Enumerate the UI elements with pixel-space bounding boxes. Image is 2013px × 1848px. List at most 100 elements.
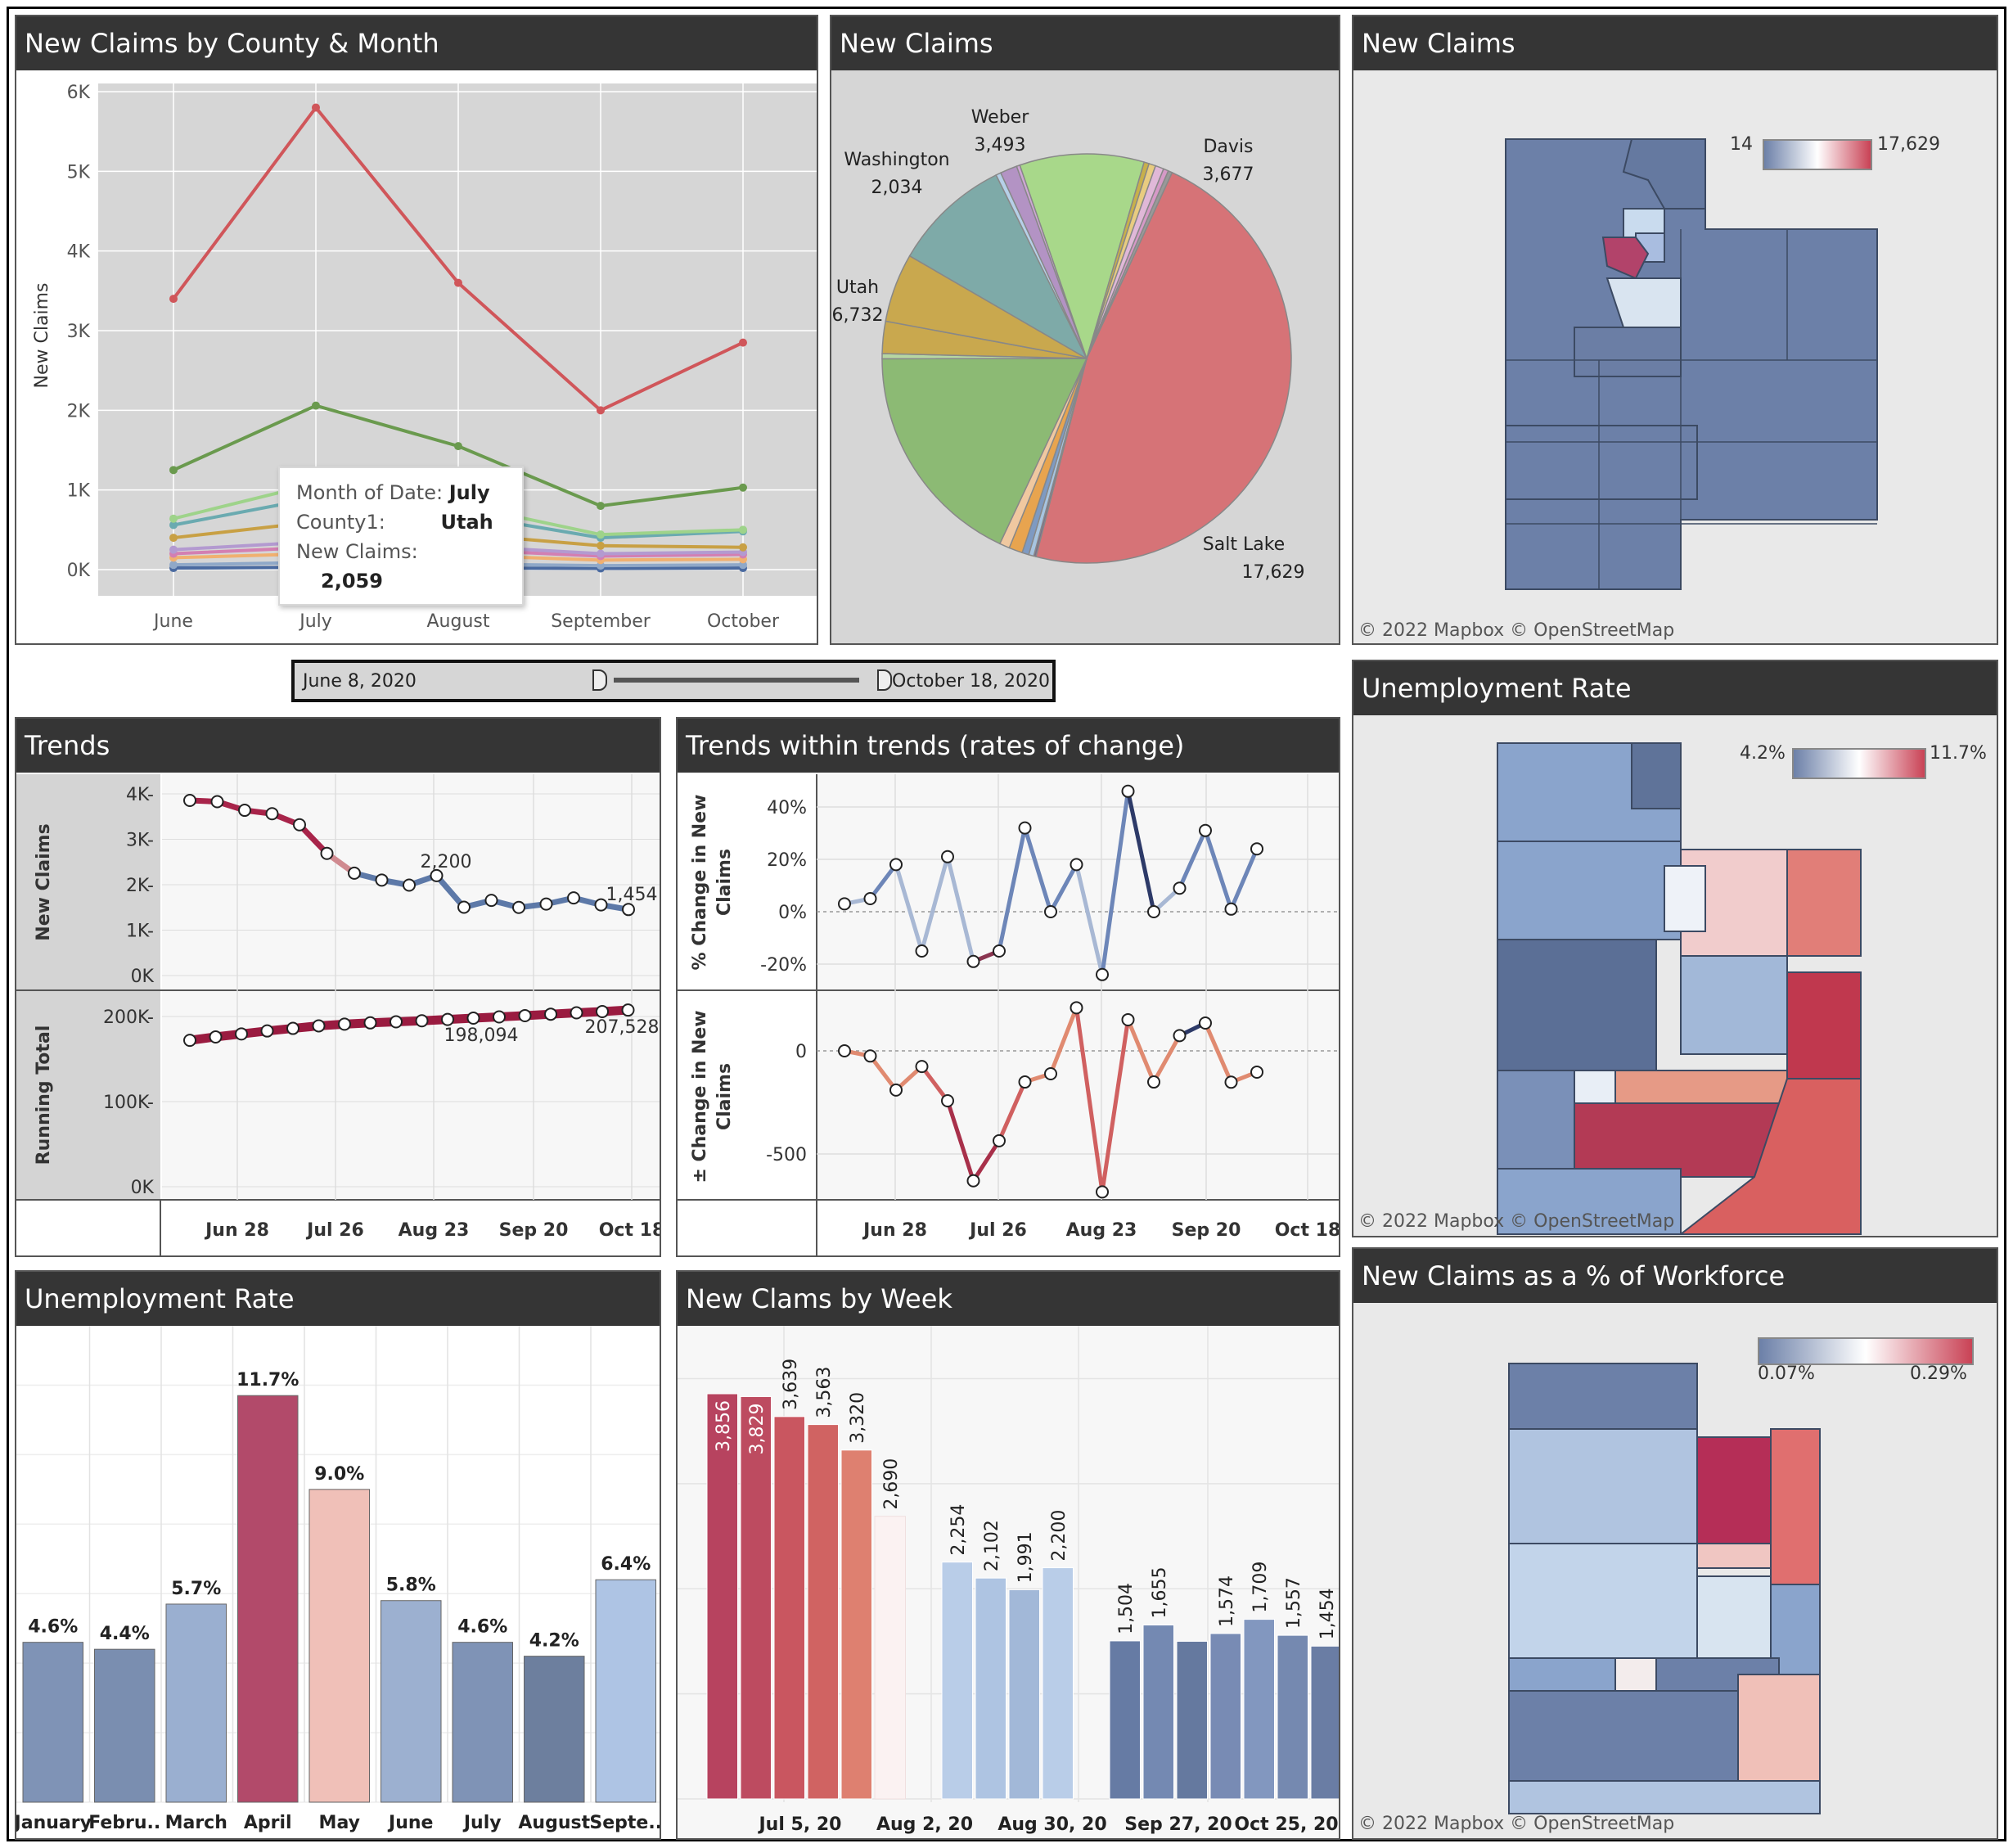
running-total-point bbox=[235, 1027, 248, 1041]
series-point bbox=[454, 442, 462, 451]
rates-chart[interactable]: Jun 28 Jul 26 Aug 23 Sep 20 Oct 18 -20% 0% 20% 4… bbox=[678, 719, 1340, 1257]
abs-point bbox=[838, 1044, 851, 1057]
x-tick-label: April bbox=[244, 1813, 292, 1833]
abs-point bbox=[1250, 1065, 1263, 1079]
slice-label: Washington bbox=[844, 150, 949, 170]
x-tick-label: September bbox=[551, 611, 651, 632]
bar-label: 1,655 bbox=[1150, 1567, 1170, 1619]
abs-point bbox=[1044, 1066, 1057, 1080]
series-point bbox=[739, 483, 747, 492]
map-attribution[interactable]: © 2022 Mapbox © OpenStreetMap bbox=[1358, 1814, 1674, 1834]
running-total-point bbox=[338, 1017, 351, 1031]
series-point bbox=[169, 561, 178, 570]
slider-end-label: October 18, 2020 bbox=[892, 671, 1051, 692]
pct-point bbox=[1070, 858, 1083, 872]
series-point bbox=[312, 401, 320, 410]
y-tick-label: 2K bbox=[67, 401, 91, 421]
trend-point bbox=[293, 818, 306, 832]
bar bbox=[165, 1603, 227, 1803]
slider-end-handle[interactable] bbox=[877, 669, 892, 691]
y-tick-label: 200K- bbox=[103, 1007, 154, 1028]
bar-label: 4.6% bbox=[457, 1617, 507, 1638]
bar-label: 1,504 bbox=[1116, 1583, 1137, 1634]
running-total-point bbox=[286, 1021, 299, 1035]
tooltip-key-county: County1: bbox=[296, 511, 385, 534]
slider-start-handle[interactable] bbox=[592, 669, 607, 691]
unemp-color-legend bbox=[1792, 748, 1926, 779]
y-tick-label: -20% bbox=[760, 955, 807, 976]
bar bbox=[706, 1393, 738, 1800]
tooltip-value-claims: 2,059 bbox=[321, 570, 383, 593]
abs-point bbox=[1070, 1001, 1083, 1015]
bar bbox=[1209, 1633, 1241, 1800]
y-tick-label: 1K- bbox=[126, 922, 154, 942]
rates-panel: Trends within trends (rates of change) J… bbox=[676, 717, 1340, 1257]
bar-label: 3,856 bbox=[714, 1400, 734, 1452]
pie-panel: New Claims Salt Lake 17,629 Utah 6,732 Washi… bbox=[830, 15, 1340, 645]
pct-point bbox=[838, 897, 851, 911]
abs-point bbox=[1147, 1075, 1160, 1089]
pct-point bbox=[966, 954, 980, 968]
trend-point bbox=[265, 807, 279, 821]
bar bbox=[1142, 1625, 1174, 1800]
weekly-bar-chart[interactable]: 3,856 3,829 3,639 3,563 3,320 2,690 2,254 2,102… bbox=[678, 1272, 1340, 1840]
trend-point bbox=[594, 898, 608, 912]
y-tick-label: 6K bbox=[67, 83, 91, 103]
pct-point bbox=[1250, 842, 1263, 856]
running-total-point bbox=[415, 1014, 429, 1028]
pct-point bbox=[1121, 784, 1135, 798]
trend-point bbox=[375, 873, 389, 887]
bar-label: 2,690 bbox=[881, 1458, 902, 1510]
slider-track[interactable] bbox=[614, 678, 859, 683]
bar bbox=[807, 1424, 839, 1800]
series-point bbox=[597, 549, 605, 558]
abs-point bbox=[1096, 1185, 1109, 1199]
workforce-color-legend bbox=[1758, 1337, 1974, 1365]
abs-point bbox=[966, 1174, 980, 1188]
bar bbox=[740, 1395, 772, 1800]
data-label: 207,528 bbox=[585, 1017, 660, 1038]
trend-point bbox=[320, 846, 334, 860]
slice-label: Davis bbox=[1203, 137, 1253, 157]
x-tick-label: Septe.. bbox=[589, 1813, 661, 1833]
claims-legend-min: 14 bbox=[1730, 134, 1753, 155]
trend-point bbox=[622, 903, 635, 917]
date-range-slider[interactable]: June 8, 2020 October 18, 2020 bbox=[291, 660, 1056, 702]
y-axis-label: % Change in New bbox=[690, 795, 710, 971]
pct-point bbox=[1199, 823, 1212, 837]
y-axis-label: Claims bbox=[714, 1063, 735, 1130]
abs-point bbox=[1018, 1075, 1032, 1089]
series-point bbox=[169, 545, 178, 554]
x-tick-label: July bbox=[298, 611, 332, 632]
data-label: 1,454 bbox=[606, 885, 658, 905]
abs-point bbox=[1224, 1075, 1238, 1089]
bar bbox=[1243, 1619, 1275, 1800]
x-tick-label: Jul 26 bbox=[305, 1220, 364, 1241]
trend-point bbox=[539, 897, 553, 911]
x-tick-label: October bbox=[707, 611, 780, 632]
y-tick-label: 3K- bbox=[126, 831, 154, 851]
y-tick-label: 4K bbox=[67, 242, 91, 263]
bar-label: 5.8% bbox=[386, 1575, 436, 1596]
unemp-legend-max: 11.7% bbox=[1930, 743, 1987, 764]
map-attribution[interactable]: © 2022 Mapbox © OpenStreetMap bbox=[1358, 620, 1674, 641]
series-point bbox=[597, 502, 605, 511]
trends-panel: Trends Jun 28 Jul 26 Aug 23 Sep 20 Oct 18 0K 1… bbox=[15, 717, 661, 1257]
bar bbox=[595, 1579, 656, 1803]
trends-chart[interactable]: Jun 28 Jul 26 Aug 23 Sep 20 Oct 18 0K 1K- 2K- 3K… bbox=[16, 719, 661, 1257]
abs-point bbox=[915, 1060, 929, 1074]
slice-value: 2,034 bbox=[871, 178, 923, 198]
unemp-bar-chart[interactable]: 4.6% January 4.4% Febru.. 5.7% March 11.7% Apri… bbox=[16, 1272, 661, 1840]
pie-chart[interactable]: Salt Lake 17,629 Utah 6,732 Washington 2,034 W… bbox=[831, 16, 1340, 645]
bar-label: 3,639 bbox=[781, 1359, 801, 1410]
bar-label: 3,829 bbox=[747, 1403, 768, 1454]
trend-point bbox=[484, 894, 498, 908]
abs-point bbox=[1121, 1012, 1135, 1026]
trend-point bbox=[403, 878, 416, 892]
bar bbox=[308, 1489, 370, 1803]
abs-point bbox=[889, 1083, 903, 1097]
trend-point bbox=[238, 804, 251, 818]
map-claims[interactable] bbox=[1353, 16, 1998, 645]
slice-value: 17,629 bbox=[1242, 562, 1305, 583]
map-attribution[interactable]: © 2022 Mapbox © OpenStreetMap bbox=[1358, 1211, 1674, 1232]
